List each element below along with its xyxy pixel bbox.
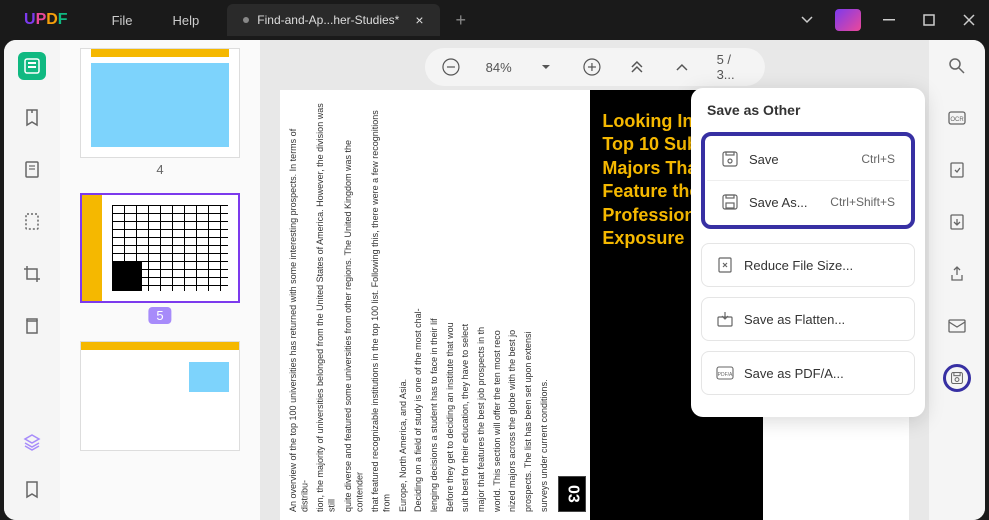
reduce-icon <box>716 256 734 274</box>
paragraph-line: lenging decisions a student has to face … <box>429 98 441 512</box>
email-icon[interactable] <box>943 312 971 340</box>
share-icon[interactable] <box>943 260 971 288</box>
crop-icon[interactable] <box>18 260 46 288</box>
flatten-label: Save as Flatten... <box>744 312 900 327</box>
save-label: Save <box>749 152 851 167</box>
paragraph-line: suit best for their education, they have… <box>460 98 472 512</box>
reduce-label: Reduce File Size... <box>744 258 900 273</box>
bookmark-icon[interactable] <box>18 476 46 504</box>
paragraph-line: nized majors across the globe with the b… <box>507 98 519 512</box>
menu-help[interactable]: Help <box>153 13 220 28</box>
ai-badge-icon[interactable] <box>835 9 861 31</box>
tab-close-icon[interactable]: × <box>415 12 423 28</box>
paragraph-line: tion, the majority of universities belon… <box>315 98 338 512</box>
prev-page-button[interactable] <box>671 55 692 79</box>
export-icon[interactable] <box>943 208 971 236</box>
save-highlight-group: Save Ctrl+S Save As... Ctrl+Shift+S <box>701 132 915 229</box>
panel-title: Save as Other <box>691 88 925 132</box>
save-pdfa-button[interactable]: PDF/A Save as PDF/A... <box>701 351 915 395</box>
paragraph-line: quite diverse and featured some universi… <box>343 98 366 512</box>
paragraph-line: Before they get to deciding an institute… <box>445 98 457 512</box>
thumbnail-number: 4 <box>68 162 252 177</box>
thumbnail-number-current: 5 <box>148 307 171 324</box>
save-shortcut: Ctrl+S <box>861 152 895 166</box>
first-page-button[interactable] <box>626 55 647 79</box>
pdfa-label: Save as PDF/A... <box>744 366 900 381</box>
close-button[interactable] <box>949 0 989 40</box>
save-as-other-panel: Save as Other Save Ctrl+S Save As... Ctr… <box>691 88 925 417</box>
convert-icon[interactable] <box>943 156 971 184</box>
attachments-icon[interactable] <box>18 208 46 236</box>
paragraph-line: that featured recognizable institutions … <box>370 98 393 512</box>
paragraph-line: Europe, North America, and Asia. <box>398 98 410 512</box>
right-toolbar: OCR <box>929 40 985 520</box>
save-icon <box>721 150 739 168</box>
page-indicator: 5 / 3... <box>717 52 749 82</box>
thumbnails-icon[interactable] <box>18 52 46 80</box>
zoom-level: 84% <box>486 60 512 75</box>
zoom-out-button[interactable] <box>440 55 461 79</box>
paragraph-line: major that features the best job prospec… <box>476 98 488 512</box>
save-as-label: Save As... <box>749 195 820 210</box>
zoom-dropdown-icon[interactable] <box>536 55 557 79</box>
thumbnail-page-5[interactable]: 5 <box>68 193 252 325</box>
paragraph-line: prospects. The list has been set upon ex… <box>523 98 535 512</box>
flatten-icon <box>716 310 734 328</box>
titlebar: UPDF File Help Find-and-Ap...her-Studies… <box>0 0 989 40</box>
thumbnail-panel: 4 5 <box>60 40 260 520</box>
page-number-badge: 03 <box>558 476 586 512</box>
dropdown-icon[interactable] <box>787 0 827 40</box>
tab-modified-indicator <box>243 17 249 23</box>
zoom-in-button[interactable] <box>581 55 602 79</box>
tab-title: Find-and-Ap...her-Studies* <box>257 13 399 27</box>
paragraph-line: An overview of the top 100 universities … <box>288 98 311 512</box>
save-as-other-icon[interactable] <box>943 364 971 392</box>
bookmark-tool-icon[interactable] <box>18 104 46 132</box>
menu-file[interactable]: File <box>92 13 153 28</box>
minimize-button[interactable] <box>869 0 909 40</box>
save-as-icon <box>721 193 739 211</box>
zoom-toolbar: 84% 5 / 3... <box>424 48 764 86</box>
app-logo: UPDF <box>0 11 92 29</box>
paragraph-line: Deciding on a field of study is one of t… <box>413 98 425 512</box>
pages-icon[interactable] <box>18 312 46 340</box>
thumbnail-page-6[interactable] <box>68 341 252 451</box>
save-as-button[interactable]: Save As... Ctrl+Shift+S <box>707 181 909 223</box>
svg-text:PDF/A: PDF/A <box>718 372 733 378</box>
workspace: 4 5 84% <box>4 40 985 520</box>
left-toolbar <box>4 40 60 520</box>
pdfa-icon: PDF/A <box>716 364 734 382</box>
thumbnail-page-4[interactable]: 4 <box>68 48 252 177</box>
search-icon[interactable] <box>943 52 971 80</box>
new-tab-button[interactable]: + <box>440 10 483 31</box>
maximize-button[interactable] <box>909 0 949 40</box>
save-button[interactable]: Save Ctrl+S <box>707 138 909 181</box>
save-flatten-button[interactable]: Save as Flatten... <box>701 297 915 341</box>
save-as-shortcut: Ctrl+Shift+S <box>830 195 895 209</box>
svg-text:OCR: OCR <box>950 117 964 123</box>
paragraph-line: surveys under current conditions. <box>539 98 551 512</box>
document-tab[interactable]: Find-and-Ap...her-Studies* × <box>227 4 439 36</box>
layers-icon[interactable] <box>18 428 46 456</box>
annotations-icon[interactable] <box>18 156 46 184</box>
ocr-icon[interactable]: OCR <box>943 104 971 132</box>
reduce-file-size-button[interactable]: Reduce File Size... <box>701 243 915 287</box>
paragraph-line: world. This section will offer the ten m… <box>492 98 504 512</box>
